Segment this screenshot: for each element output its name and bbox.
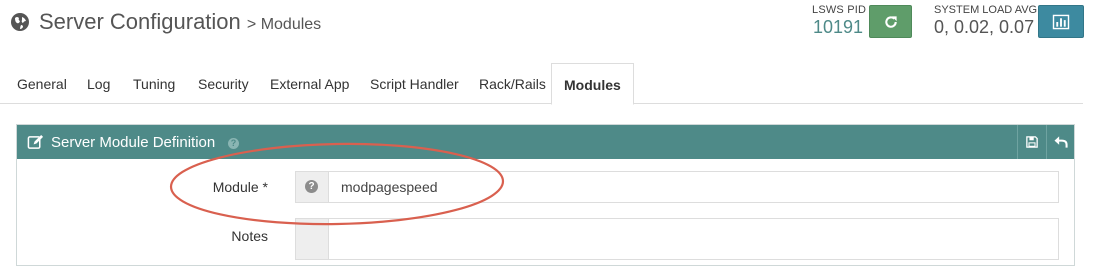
restart-button[interactable] — [869, 5, 912, 38]
page-title-text: Server Configuration — [39, 9, 241, 34]
panel-header: Server Module Definition ? — [17, 125, 1074, 159]
load-label: SYSTEM LOAD AVG — [934, 4, 1038, 16]
help-icon: ? — [305, 180, 318, 193]
notes-label: Notes — [231, 228, 268, 244]
help-icon[interactable]: ? — [228, 138, 239, 149]
save-button[interactable] — [1017, 125, 1046, 159]
bar-chart-icon — [1052, 14, 1070, 29]
save-icon — [1026, 136, 1038, 148]
tab-modules[interactable]: Modules — [551, 63, 634, 105]
breadcrumb: > Modules — [246, 16, 322, 33]
tab-rack-rails[interactable]: Rack/Rails — [479, 76, 546, 92]
tab-general[interactable]: General — [17, 76, 67, 92]
back-arrow-icon — [1054, 136, 1068, 148]
edit-icon — [27, 134, 44, 149]
page-header: Server Configuration > Modules LSWS PID … — [0, 0, 1094, 60]
load-value: 0, 0.02, 0.07 — [934, 17, 1035, 37]
module-value: modpagespeed — [341, 179, 438, 195]
tab-external-app[interactable]: External App — [270, 76, 349, 92]
module-field[interactable]: ? modpagespeed — [295, 171, 1059, 203]
panel-title: Server Module Definition — [51, 134, 216, 151]
tab-log[interactable]: Log — [87, 76, 110, 92]
notes-field[interactable] — [295, 218, 1059, 260]
module-label: Module * — [212, 179, 268, 195]
module-help-addon[interactable]: ? — [296, 172, 329, 202]
page-title: Server Configuration > Modules — [39, 9, 321, 35]
tab-security[interactable]: Security — [198, 76, 249, 92]
refresh-icon — [884, 15, 897, 28]
pid-label: LSWS PID — [812, 4, 867, 16]
notes-addon — [296, 219, 329, 259]
tab-script-handler[interactable]: Script Handler — [370, 76, 459, 92]
load-graph-button[interactable] — [1038, 5, 1084, 38]
tab-bar: General Log Tuning Security External App… — [0, 63, 1083, 105]
pid-value: 10191 — [813, 17, 864, 37]
back-button[interactable] — [1046, 125, 1075, 159]
globe-icon — [11, 13, 29, 31]
tab-tuning[interactable]: Tuning — [133, 76, 175, 92]
